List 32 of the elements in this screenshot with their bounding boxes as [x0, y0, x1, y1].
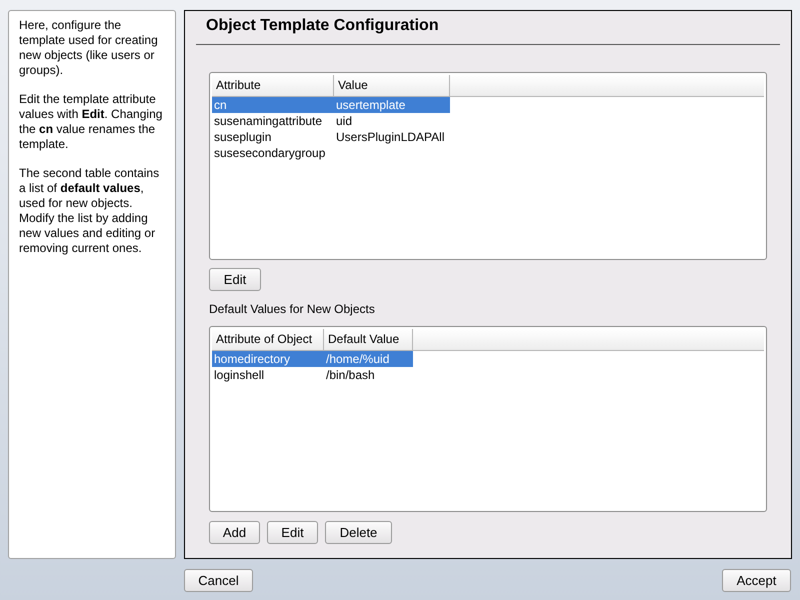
- table-cell: suseplugin: [214, 130, 272, 144]
- page-title: Object Template Configuration: [205, 16, 440, 36]
- column-header[interactable]: Default Value: [324, 329, 413, 350]
- table-cell: loginshell: [214, 368, 264, 382]
- table-row[interactable]: homedirectory /home/%uid: [212, 351, 413, 367]
- table-cell: uid: [336, 114, 352, 128]
- column-header[interactable]: Attribute: [212, 75, 334, 96]
- column-header[interactable]: Attribute of Object: [212, 329, 324, 350]
- section-label: Default Values for New Objects: [209, 302, 376, 317]
- help-paragraph: The second table contains a list of default values, used for new objects. Modify the list by adding new values and editing or removing current ones.: [19, 166, 160, 256]
- table-cell: susenamingattribute: [214, 114, 322, 128]
- push-button[interactable]: Cancel: [184, 569, 253, 592]
- table-row[interactable]: cn usertemplate: [212, 97, 450, 113]
- help-paragraph: Here, configure the template used for creating new objects (like users or groups).: [19, 18, 159, 78]
- push-button[interactable]: Add: [209, 521, 260, 544]
- table-cell: usertemplate: [336, 98, 406, 112]
- table-cell: cn: [214, 98, 227, 112]
- push-button[interactable]: Accept: [722, 569, 791, 592]
- table-cell: susesecondarygroup: [214, 146, 326, 160]
- help-paragraph: Edit the template attribute values with Edit. Changing the cn value renames the template.: [19, 92, 164, 152]
- table-cell: /home/%uid: [326, 352, 390, 366]
- push-button[interactable]: Edit: [267, 521, 318, 544]
- table-cell: UsersPluginLDAPAll: [336, 130, 444, 144]
- table-cell: homedirectory: [214, 352, 290, 366]
- table-row[interactable]: loginshell /bin/bash: [212, 367, 764, 383]
- table-row[interactable]: susesecondarygroup: [212, 145, 764, 161]
- column-header[interactable]: Value: [334, 75, 450, 96]
- table-row[interactable]: susenamingattribute uid: [212, 113, 764, 129]
- push-button[interactable]: Edit: [209, 268, 261, 291]
- push-button[interactable]: Delete: [325, 521, 392, 544]
- table-cell: /bin/bash: [326, 368, 375, 382]
- table-row[interactable]: suseplugin UsersPluginLDAPAll: [212, 129, 764, 145]
